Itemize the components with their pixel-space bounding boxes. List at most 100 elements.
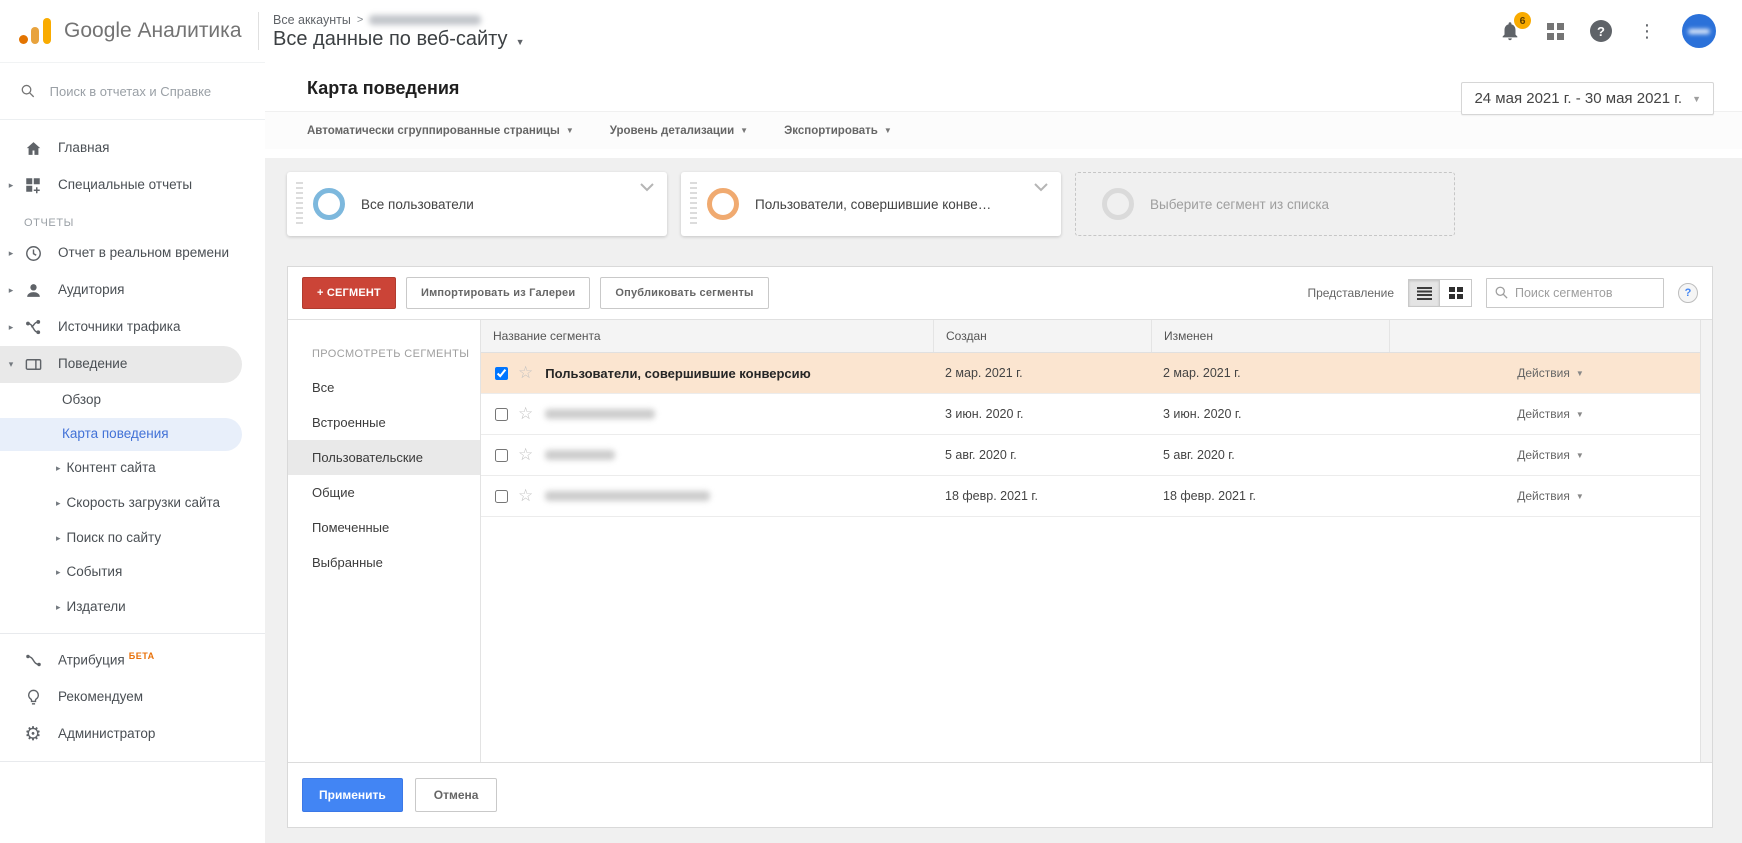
property-selector[interactable]: Все данные по веб-сайту ▼ [273, 28, 1499, 51]
sidebar-item-label: Специальные отчеты [58, 177, 192, 194]
toolbar-right: Представление ? [1307, 278, 1698, 308]
apps-grid-icon[interactable] [1547, 23, 1564, 40]
gear-icon: ⚙ [22, 725, 44, 744]
sidebar-search[interactable] [0, 62, 265, 120]
favorite-star-icon[interactable]: ☆ [518, 363, 533, 383]
logo-tall-bar [43, 18, 51, 44]
sidebar-item-realtime[interactable]: ▸ Отчет в реальном времени [0, 235, 265, 272]
detail-level-dropdown[interactable]: Уровень детализации ▼ [610, 125, 748, 137]
sidebar-item-events[interactable]: ▸ События [0, 555, 265, 590]
grouping-dropdown[interactable]: Автоматически сгруппированные страницы ▼ [307, 125, 574, 137]
logo[interactable]: Google Аналитика [0, 16, 258, 46]
filter-item-all[interactable]: Все [288, 370, 480, 405]
segment-name-redacted[interactable] [545, 450, 615, 460]
sidebar: Главная ▸ Специальные отчеты ОТЧЕТЫ ▸ От… [0, 62, 265, 843]
date-range-selector[interactable]: 24 мая 2021 г. - 30 мая 2021 г. ▼ [1461, 82, 1714, 115]
chevron-down-icon[interactable] [639, 182, 655, 192]
sidebar-item-behavior[interactable]: ▾ Поведение [0, 346, 242, 383]
filter-item-shared[interactable]: Общие [288, 475, 480, 510]
actions-dropdown[interactable]: Действия ▼ [1389, 489, 1712, 503]
sidebar-item-admin[interactable]: ⚙ Администратор [0, 716, 265, 753]
add-segment-button[interactable]: + СЕГМЕНТ [302, 277, 396, 309]
header-help-icon[interactable]: ? [1590, 20, 1612, 42]
sidebar-divider [0, 633, 265, 634]
favorite-star-icon[interactable]: ☆ [518, 445, 533, 465]
report-header: Карта поведения Автоматически сгруппиров… [265, 62, 1742, 158]
table-row[interactable]: ☆ Пользователи, совершившие конверсию 2 … [481, 353, 1712, 394]
segment-checkbox[interactable] [495, 490, 508, 503]
actions-dropdown[interactable]: Действия ▼ [1389, 407, 1712, 421]
table-row[interactable]: ☆ 3 июн. 2020 г. 3 июн. 2020 г. Действия… [481, 394, 1712, 435]
actions-dropdown[interactable]: Действия ▼ [1389, 448, 1712, 462]
grid-view-button[interactable] [1440, 279, 1472, 307]
filter-item-starred[interactable]: Помеченные [288, 510, 480, 545]
sidebar-item-home[interactable]: Главная [0, 130, 265, 167]
sidebar-item-behavior-overview[interactable]: Обзор [0, 383, 265, 418]
sidebar-item-attribution[interactable]: АтрибуцияБЕТА [0, 642, 265, 679]
apps-grid-square [1547, 33, 1554, 40]
sidebar-item-label: Отчет в реальном времени [58, 245, 229, 262]
sidebar-item-label: Скорость загрузки сайта [67, 495, 221, 512]
breadcrumb-account-redacted[interactable] [369, 15, 481, 25]
segment-checkbox[interactable] [495, 367, 508, 380]
sidebar-item-audience[interactable]: ▸ Аудитория [0, 272, 265, 309]
apply-button[interactable]: Применить [302, 778, 403, 812]
sidebar-nav: Главная ▸ Специальные отчеты ОТЧЕТЫ ▸ От… [0, 120, 265, 762]
favorite-star-icon[interactable]: ☆ [518, 404, 533, 424]
overflow-menu-icon[interactable]: ⋮ [1638, 22, 1656, 40]
main-content: Карта поведения Автоматически сгруппиров… [265, 62, 1742, 843]
sidebar-item-behavior-flow[interactable]: Карта поведения [0, 418, 242, 451]
segment-name-redacted[interactable] [545, 409, 655, 419]
import-gallery-button[interactable]: Импортировать из Галереи [406, 277, 590, 309]
filter-item-custom[interactable]: Пользовательские [288, 440, 480, 475]
actions-dropdown[interactable]: Действия ▼ [1389, 366, 1712, 380]
drag-handle-icon[interactable] [296, 182, 303, 226]
sidebar-item-site-search[interactable]: ▸ Поиск по сайту [0, 521, 265, 556]
chevron-down-icon: ▼ [516, 33, 525, 47]
cancel-button[interactable]: Отмена [415, 778, 498, 812]
breadcrumb-all-accounts[interactable]: Все аккаунты [273, 13, 351, 27]
sidebar-item-acquisition[interactable]: ▸ Источники трафика [0, 309, 265, 346]
share-segments-button[interactable]: Опубликовать сегменты [600, 277, 768, 309]
column-header-modified[interactable]: Изменен [1151, 320, 1389, 352]
filters-header: ПРОСМОТРЕТЬ СЕГМЕНТЫ [288, 340, 480, 370]
help-icon[interactable]: ? [1678, 283, 1698, 303]
table-row[interactable]: ☆ 5 авг. 2020 г. 5 авг. 2020 г. Действия… [481, 435, 1712, 476]
chevron-down-icon: ▼ [1692, 94, 1701, 104]
segment-checkbox[interactable] [495, 408, 508, 421]
chevron-down-icon[interactable] [1033, 182, 1049, 192]
sidebar-item-discover[interactable]: Рекомендуем [0, 679, 265, 716]
export-dropdown[interactable]: Экспортировать ▼ [784, 125, 892, 137]
segment-name[interactable]: Пользователи, совершившие конверсию [545, 366, 811, 381]
table-row[interactable]: ☆ 18 февр. 2021 г. 18 февр. 2021 г. Дейс… [481, 476, 1712, 517]
segment-card-all-users[interactable]: Все пользователи [287, 172, 667, 236]
column-header-created[interactable]: Создан [933, 320, 1151, 352]
filter-item-builtin[interactable]: Встроенные [288, 405, 480, 440]
sidebar-item-site-speed[interactable]: ▸ Скорость загрузки сайта [0, 486, 265, 521]
name-cell: ☆ [481, 486, 933, 506]
segment-name-redacted[interactable] [545, 491, 710, 501]
chevron-right-icon: ▸ [56, 599, 61, 613]
favorite-star-icon[interactable]: ☆ [518, 486, 533, 506]
avatar[interactable] [1682, 14, 1716, 48]
segment-card-converters[interactable]: Пользователи, совершившие конве… [681, 172, 1061, 236]
scrollbar[interactable] [1700, 320, 1712, 762]
segment-card-placeholder[interactable]: Выберите сегмент из списка [1075, 172, 1455, 236]
sidebar-item-custom-reports[interactable]: ▸ Специальные отчеты [0, 167, 265, 203]
chevron-down-icon: ▼ [884, 126, 892, 135]
sidebar-item-publishers[interactable]: ▸ Издатели [0, 590, 265, 625]
column-header-name[interactable]: Название сегмента [481, 320, 933, 352]
segment-search [1486, 278, 1664, 308]
sidebar-search-input[interactable] [50, 84, 247, 99]
created-date: 2 мар. 2021 г. [933, 366, 1151, 380]
filter-item-selected[interactable]: Выбранные [288, 545, 480, 580]
sidebar-section-reports: ОТЧЕТЫ [0, 203, 265, 235]
list-view-button[interactable] [1408, 279, 1440, 307]
segment-checkbox[interactable] [495, 449, 508, 462]
segment-search-input[interactable] [1486, 278, 1664, 308]
notifications-button[interactable]: 6 [1499, 20, 1521, 42]
sidebar-item-site-content[interactable]: ▸ Контент сайта [0, 451, 265, 486]
drag-handle-icon[interactable] [690, 182, 697, 226]
segment-card-label: Выберите сегмент из списка [1150, 197, 1359, 212]
actions-label: Действия [1517, 407, 1570, 421]
